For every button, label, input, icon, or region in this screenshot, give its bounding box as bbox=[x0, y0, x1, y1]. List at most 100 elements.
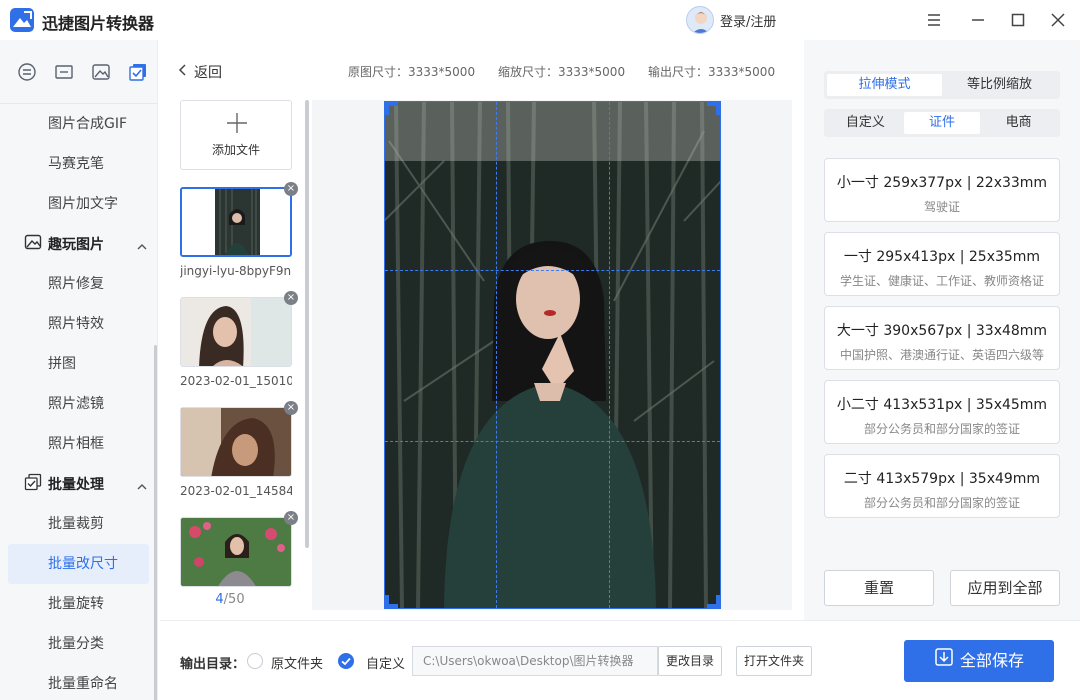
preset-title: 小二寸 413x531px | 35x45mm bbox=[836, 397, 1048, 413]
app-title: 迅捷图片转换器 bbox=[42, 14, 155, 33]
custom-folder-label: 自定义 bbox=[366, 657, 406, 672]
image-icon[interactable] bbox=[83, 57, 120, 87]
nav-item-gif[interactable]: 图片合成GIF bbox=[0, 104, 157, 144]
minimize-icon[interactable] bbox=[966, 8, 990, 32]
chevron-up-icon bbox=[137, 479, 147, 495]
maximize-icon[interactable] bbox=[1006, 8, 1030, 32]
crop-grid-line bbox=[385, 270, 720, 271]
size-preset-card[interactable]: 小一寸 259x377px | 22x33mm 驾驶证 bbox=[824, 158, 1060, 222]
chevron-left-icon bbox=[178, 64, 186, 80]
page-current: 4 bbox=[215, 592, 224, 607]
nav-item-photo-effects[interactable]: 照片特效 bbox=[0, 304, 157, 344]
nav-item-batch-rename[interactable]: 批量重命名 bbox=[0, 664, 157, 700]
nav-item-batch-crop[interactable]: 批量裁剪 bbox=[0, 504, 157, 544]
back-button[interactable]: 返回 bbox=[178, 62, 222, 82]
preset-desc: 驾驶证 bbox=[923, 200, 960, 214]
nav-group-fun[interactable]: 趣玩图片 bbox=[0, 224, 157, 264]
original-size: 原图尺寸：3333*5000 bbox=[348, 65, 476, 79]
open-folder-button[interactable]: 打开文件夹 bbox=[736, 646, 812, 676]
file-thumbnail[interactable] bbox=[180, 297, 292, 367]
crop-handle-bottom-left[interactable] bbox=[384, 595, 398, 609]
preset-desc: 学生证、健康证、工作证、教师资格证 bbox=[839, 274, 1044, 288]
preset-title: 二寸 413x579px | 35x49mm bbox=[843, 471, 1041, 487]
change-dir-button[interactable]: 更改目录 bbox=[658, 646, 722, 676]
nav-item-batch-rotate[interactable]: 批量旋转 bbox=[0, 584, 157, 624]
close-icon[interactable] bbox=[1046, 8, 1070, 32]
crop-grid-line bbox=[609, 102, 610, 608]
save-all-label: 全部保存 bbox=[959, 651, 1024, 670]
file-pager: 4/50 bbox=[180, 592, 280, 607]
avatar bbox=[686, 6, 714, 34]
file-name: jingyi-lyu-8bpyF9n... bbox=[180, 264, 292, 278]
output-path-input[interactable]: C:\Users\okwoa\Desktop\图片转换器 bbox=[412, 646, 658, 676]
file-list-scrollbar[interactable] bbox=[305, 100, 309, 548]
tab-custom[interactable]: 自定义 bbox=[827, 112, 904, 134]
thumbnail-image bbox=[181, 408, 291, 476]
batch-check-icon bbox=[24, 473, 42, 495]
remove-file-icon[interactable]: × bbox=[284, 401, 298, 415]
preset-title: 小一寸 259x377px | 22x33mm bbox=[836, 175, 1048, 191]
crop-frame[interactable] bbox=[384, 101, 721, 609]
size-preset-card[interactable]: 大一寸 390x567px | 33x48mm 中国护照、港澳通行证、英语四六级… bbox=[824, 306, 1060, 370]
menu-icon[interactable] bbox=[922, 8, 946, 32]
back-label: 返回 bbox=[194, 65, 222, 81]
crop-handle-top-right[interactable] bbox=[707, 101, 721, 115]
nav-item-add-text[interactable]: 图片加文字 bbox=[0, 184, 157, 224]
nav-group-fun-label: 趣玩图片 bbox=[48, 237, 104, 253]
nav-item-photo-frame[interactable]: 照片相框 bbox=[0, 424, 157, 464]
add-file-label: 添加文件 bbox=[211, 143, 260, 157]
nav-item-collage[interactable]: 拼图 bbox=[0, 344, 157, 384]
tab-id-photo[interactable]: 证件 bbox=[903, 112, 981, 134]
apply-all-button[interactable]: 应用到全部 bbox=[950, 570, 1060, 606]
thumbnail-image bbox=[181, 518, 291, 586]
crop-handle-bottom-right[interactable] bbox=[707, 595, 721, 609]
plus-icon bbox=[227, 113, 247, 137]
output-size: 输出尺寸：3333*5000 bbox=[648, 65, 776, 79]
file-thumbnail[interactable] bbox=[180, 517, 292, 587]
nav-item-batch-classify[interactable]: 批量分类 bbox=[0, 624, 157, 664]
nav-item-photo-repair[interactable]: 照片修复 bbox=[0, 264, 157, 304]
size-preset-card[interactable]: 二寸 413x579px | 35x49mm 部分公务员和部分国家的签证 bbox=[824, 454, 1060, 518]
nav-item-batch-resize[interactable]: 批量改尺寸 bbox=[8, 544, 149, 584]
tool-icon[interactable] bbox=[45, 57, 82, 87]
left-nav: 图片合成GIF 马赛克笔 图片加文字 趣玩图片 照片修复 照片特效 拼图 照片滤… bbox=[0, 40, 158, 700]
tab-stretch-mode[interactable]: 拉伸模式 bbox=[827, 74, 942, 96]
add-file-button[interactable]: 添加文件 bbox=[180, 100, 292, 170]
app-logo-icon bbox=[10, 8, 34, 32]
tab-proportional-scale[interactable]: 等比例缩放 bbox=[942, 74, 1057, 96]
thumbnail-image bbox=[182, 189, 290, 255]
title-bar: 迅捷图片转换器 登录/注册 bbox=[0, 0, 1080, 40]
file-thumbnail[interactable] bbox=[180, 187, 292, 257]
preset-desc: 部分公务员和部分国家的签证 bbox=[863, 496, 1020, 510]
size-preset-card[interactable]: 小二寸 413x531px | 35x45mm 部分公务员和部分国家的签证 bbox=[824, 380, 1060, 444]
tab-ecommerce[interactable]: 电商 bbox=[980, 112, 1057, 134]
remove-file-icon[interactable]: × bbox=[284, 511, 298, 525]
download-icon bbox=[934, 641, 954, 683]
save-all-button[interactable]: 全部保存 bbox=[904, 640, 1054, 682]
scaled-size: 缩放尺寸：3333*5000 bbox=[498, 65, 626, 79]
file-name: 2023-02-01_15010... bbox=[180, 374, 292, 388]
remove-file-icon[interactable]: × bbox=[284, 291, 298, 305]
size-preset-card[interactable]: 一寸 295x413px | 25x35mm 学生证、健康证、工作证、教师资格证 bbox=[824, 232, 1060, 296]
output-dir-label: 输出目录： bbox=[180, 657, 246, 672]
login-button[interactable]: 登录/注册 bbox=[686, 5, 776, 35]
preset-title: 大一寸 390x567px | 33x48mm bbox=[836, 323, 1048, 339]
convert-icon[interactable] bbox=[8, 57, 45, 87]
original-folder-label: 原文件夹 bbox=[271, 657, 324, 672]
nav-scrollbar[interactable] bbox=[154, 345, 157, 700]
batch-icon[interactable] bbox=[120, 57, 157, 87]
chevron-up-icon bbox=[137, 239, 147, 255]
nav-group-batch[interactable]: 批量处理 bbox=[0, 464, 157, 504]
radio-original-folder[interactable] bbox=[247, 653, 263, 669]
file-name: 2023-02-01_14584... bbox=[180, 484, 292, 498]
nav-item-photo-filter[interactable]: 照片滤镜 bbox=[0, 384, 157, 424]
file-thumbnail[interactable] bbox=[180, 407, 292, 477]
crop-handle-top-left[interactable] bbox=[384, 101, 398, 115]
nav-item-mosaic[interactable]: 马赛克笔 bbox=[0, 144, 157, 184]
thumbnail-image bbox=[181, 298, 291, 366]
nav-group-batch-label: 批量处理 bbox=[48, 477, 104, 493]
reset-button[interactable]: 重置 bbox=[824, 570, 934, 606]
radio-custom-folder[interactable] bbox=[338, 653, 354, 669]
remove-file-icon[interactable]: × bbox=[284, 182, 298, 196]
preset-desc: 中国护照、港澳通行证、英语四六级等 bbox=[839, 348, 1044, 362]
